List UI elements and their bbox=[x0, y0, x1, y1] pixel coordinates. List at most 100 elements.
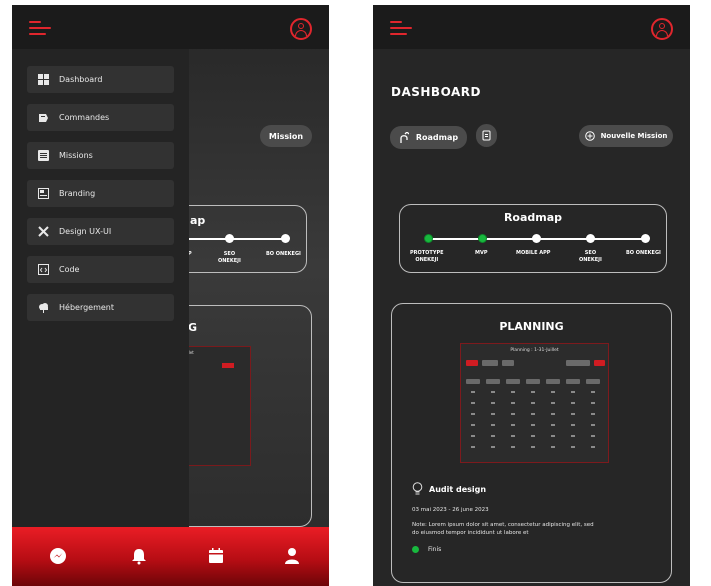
menu-item-code[interactable]: Code bbox=[27, 256, 174, 283]
calendar-day-cell[interactable] bbox=[471, 402, 475, 404]
calendar-day-cell[interactable] bbox=[551, 391, 555, 393]
bottom-navigation bbox=[12, 527, 329, 586]
roadmap-step-label: MVP bbox=[475, 250, 488, 256]
bell-icon[interactable] bbox=[130, 547, 148, 565]
calendar-day-cell[interactable] bbox=[591, 391, 595, 393]
calendar-nav[interactable] bbox=[222, 363, 234, 368]
phone-screen-menu-open: Mission ap P SEO ONEKEJI BO ONEKEGI G -J… bbox=[12, 5, 329, 586]
menu-item-label: Hébergement bbox=[59, 303, 115, 312]
menu-item-label: Design UX-UI bbox=[59, 227, 112, 236]
calendar-day-cell[interactable] bbox=[471, 435, 475, 437]
status-label: Finis bbox=[428, 546, 442, 553]
calendar-day-cell[interactable] bbox=[531, 391, 535, 393]
calendar-day-cell[interactable] bbox=[511, 391, 515, 393]
calendar-day-cell[interactable] bbox=[491, 435, 495, 437]
planning-title: G bbox=[188, 321, 198, 334]
plus-circle-icon bbox=[584, 131, 595, 141]
roadmap-icon bbox=[399, 132, 409, 143]
calendar-day-header bbox=[566, 379, 580, 384]
document-icon bbox=[482, 130, 492, 141]
calendar-day-cell[interactable] bbox=[531, 446, 535, 448]
calendar-day-cell[interactable] bbox=[551, 446, 555, 448]
roadmap-step-dot bbox=[641, 234, 650, 243]
user-icon[interactable] bbox=[283, 547, 301, 565]
profile-icon[interactable] bbox=[290, 18, 312, 40]
calendar-day-cell[interactable] bbox=[511, 435, 515, 437]
calendar-day-cell[interactable] bbox=[491, 402, 495, 404]
calendar-day-cell[interactable] bbox=[591, 413, 595, 415]
calendar-day-cell[interactable] bbox=[491, 391, 495, 393]
top-bar bbox=[12, 5, 329, 49]
calendar-day-cell[interactable] bbox=[511, 413, 515, 415]
profile-icon[interactable] bbox=[651, 18, 673, 40]
calendar-day-cell[interactable] bbox=[571, 413, 575, 415]
calendar-day-header bbox=[486, 379, 500, 384]
code-icon bbox=[38, 264, 49, 275]
menu-item-label: Branding bbox=[59, 189, 96, 198]
calendar-day-cell[interactable] bbox=[531, 413, 535, 415]
hamburger-menu-icon[interactable] bbox=[29, 21, 51, 37]
calendar-day-cell[interactable] bbox=[591, 402, 595, 404]
menu-item-dashboard[interactable]: Dashboard bbox=[27, 66, 174, 93]
hamburger-menu-icon[interactable] bbox=[390, 21, 412, 37]
menu-item-commandes[interactable]: Commandes bbox=[27, 104, 174, 131]
calendar-day-cell[interactable] bbox=[471, 446, 475, 448]
calendar-day-header bbox=[466, 379, 480, 384]
top-bar bbox=[373, 5, 690, 49]
calendar-day-cell[interactable] bbox=[531, 435, 535, 437]
calendar-toolbar bbox=[466, 360, 605, 366]
roadmap-button[interactable]: Roadmap bbox=[390, 126, 467, 149]
calendar-day-cell[interactable] bbox=[551, 435, 555, 437]
calendar-day-cell[interactable] bbox=[511, 446, 515, 448]
menu-item-missions[interactable]: Missions bbox=[27, 142, 174, 169]
calendar-day-cell[interactable] bbox=[491, 446, 495, 448]
menu-item-branding[interactable]: Branding bbox=[27, 180, 174, 207]
roadmap-step-label: BO ONEKEGI bbox=[626, 250, 661, 256]
dashboard-icon bbox=[38, 74, 49, 85]
calendar-day-cell[interactable] bbox=[531, 402, 535, 404]
calendar-preview: Planning : 1-31-Juillet bbox=[460, 343, 609, 463]
calendar-day-cell[interactable] bbox=[591, 446, 595, 448]
calendar-day-cell[interactable] bbox=[571, 391, 575, 393]
audit-dates: 03 mai 2023 - 26 june 2023 bbox=[412, 507, 489, 513]
document-button[interactable] bbox=[476, 124, 497, 147]
design-icon bbox=[38, 226, 49, 237]
today-button[interactable] bbox=[466, 360, 478, 366]
cloud-icon bbox=[38, 302, 49, 313]
calendar-day-header bbox=[586, 379, 600, 384]
menu-item-hebergement[interactable]: Hébergement bbox=[27, 294, 174, 321]
planning-title: PLANNING bbox=[499, 320, 564, 333]
roadmap-button-label: Roadmap bbox=[415, 133, 459, 142]
lightbulb-icon bbox=[412, 482, 423, 496]
agenda-button[interactable] bbox=[566, 360, 590, 366]
calendar-day-cell[interactable] bbox=[491, 424, 495, 426]
new-mission-button[interactable]: Nouvelle Mission bbox=[579, 125, 673, 147]
calendar-day-cell[interactable] bbox=[571, 424, 575, 426]
calendar-day-cell[interactable] bbox=[471, 391, 475, 393]
calendar-day-cell[interactable] bbox=[511, 424, 515, 426]
calendar-nav[interactable] bbox=[594, 360, 605, 366]
roadmap-step-dot bbox=[424, 234, 433, 243]
calendar-day-cell[interactable] bbox=[551, 402, 555, 404]
calendar-day-cell[interactable] bbox=[551, 413, 555, 415]
calendar-day-cell[interactable] bbox=[551, 424, 555, 426]
calendar-day-cell[interactable] bbox=[571, 435, 575, 437]
calendar-day-cell[interactable] bbox=[571, 446, 575, 448]
calendar-icon[interactable] bbox=[207, 547, 225, 565]
month-button[interactable] bbox=[482, 360, 498, 366]
roadmap-card-title: Roadmap bbox=[503, 211, 563, 224]
calendar-day-cell[interactable] bbox=[571, 402, 575, 404]
calendar-day-cell[interactable] bbox=[471, 424, 475, 426]
week-button[interactable] bbox=[502, 360, 514, 366]
calendar-day-cell[interactable] bbox=[591, 424, 595, 426]
messenger-icon[interactable] bbox=[49, 547, 67, 565]
mission-button[interactable]: Mission bbox=[260, 125, 312, 147]
calendar-day-cell[interactable] bbox=[531, 424, 535, 426]
calendar-day-cell[interactable] bbox=[471, 413, 475, 415]
calendar-day-cell[interactable] bbox=[511, 402, 515, 404]
calendar-day-cell[interactable] bbox=[491, 413, 495, 415]
calendar-day-cell[interactable] bbox=[591, 435, 595, 437]
roadmap-step-label: MOBILE APP bbox=[516, 250, 551, 256]
menu-item-design[interactable]: Design UX-UI bbox=[27, 218, 174, 245]
roadmap-card-title: ap bbox=[190, 214, 206, 227]
